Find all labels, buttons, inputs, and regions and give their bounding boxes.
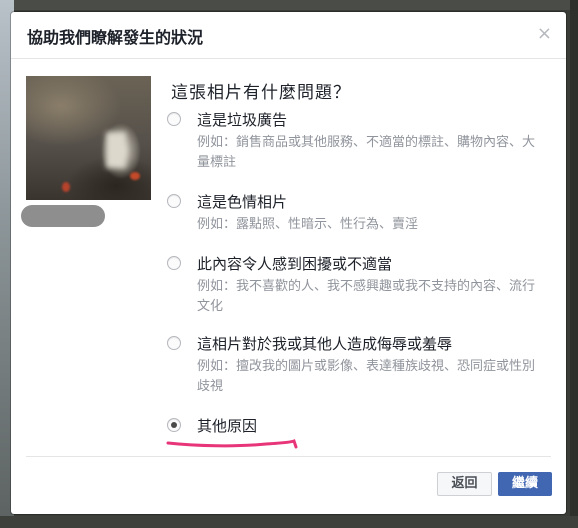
redacted-name: [21, 205, 105, 227]
background-bottom: [0, 516, 578, 528]
continue-button[interactable]: 繼續: [498, 472, 552, 496]
option-example: 例如：我不喜歡的人、我不感興趣或我不支持的內容、流行文化: [197, 279, 536, 314]
dialog-title: 協助我們瞭解發生的狀況: [27, 28, 204, 47]
option-example: 例如：擅改我的圖片或影像、表達種族歧視、恐同症或性別歧視: [197, 359, 536, 394]
background-right: [570, 0, 578, 528]
report-dialog: 協助我們瞭解發生的狀況 × 這張相片有什麼問題？ 這是垃圾廣告 例如：銷售商品或…: [11, 12, 566, 514]
option-label[interactable]: 這相片對於我或其他人造成侮辱或羞辱: [197, 333, 452, 354]
photo-detail: [106, 132, 126, 168]
photo-detail: [130, 172, 140, 180]
background-top: [14, 0, 574, 10]
radio-insulting[interactable]: [167, 336, 181, 350]
dialog-header: 協助我們瞭解發生的狀況 ×: [11, 12, 566, 59]
photo-detail: [62, 182, 70, 192]
radio-other[interactable]: [167, 418, 181, 432]
radio-nudity[interactable]: [167, 194, 181, 208]
option-example: 例如：銷售商品或其他服務、不適當的標註、購物內容、大量標註: [197, 135, 536, 170]
option-label[interactable]: 這是色情相片: [197, 191, 287, 212]
radio-spam[interactable]: [167, 112, 181, 126]
back-button[interactable]: 返回: [437, 472, 492, 496]
close-icon[interactable]: ×: [537, 24, 552, 44]
option-label[interactable]: 此內容令人感到困擾或不適當: [197, 253, 392, 274]
option-label[interactable]: 其他原因: [197, 415, 257, 436]
option-label[interactable]: 這是垃圾廣告: [197, 109, 287, 130]
photo-thumbnail: [26, 76, 151, 200]
footer-divider: [26, 456, 551, 457]
option-example: 例如：露點照、性暗示、性行為、賣淫: [197, 217, 419, 232]
highlight-underline: [166, 439, 298, 449]
radio-annoying[interactable]: [167, 256, 181, 270]
question-heading: 這張相片有什麼問題？: [171, 83, 351, 103]
underline-stroke: [166, 439, 298, 449]
